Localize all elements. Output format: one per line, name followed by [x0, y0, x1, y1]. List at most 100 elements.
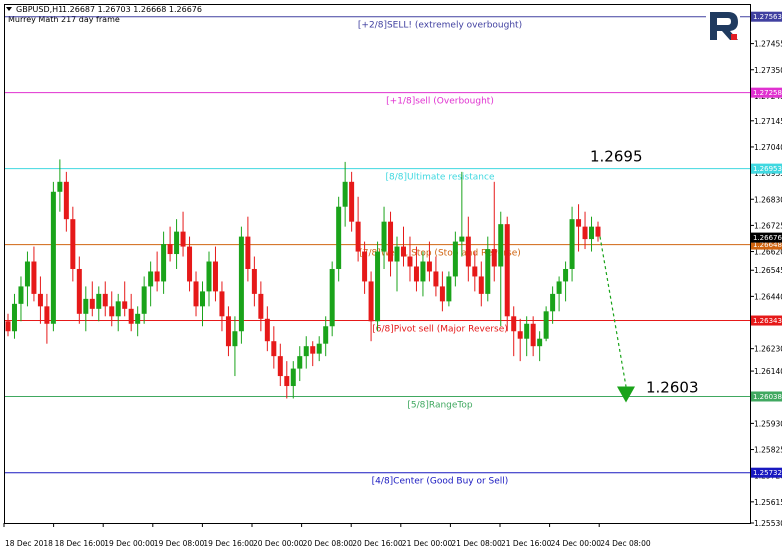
- candle-body: [11, 303, 17, 332]
- candle-body: [290, 368, 296, 387]
- y-tick-label: 1.25825: [754, 446, 782, 455]
- candle-body: [323, 326, 329, 344]
- candle-body: [303, 346, 309, 357]
- candle-body: [154, 271, 160, 282]
- y-tick-label: 1.26230: [754, 345, 782, 354]
- candle-body: [212, 261, 218, 292]
- candle-body: [109, 306, 115, 317]
- candle-body: [530, 323, 536, 347]
- y-tick-label: 1.27350: [754, 66, 782, 75]
- candle-body: [582, 226, 588, 240]
- candle-body: [511, 316, 517, 332]
- candle-body: [368, 281, 374, 322]
- candle-body: [238, 236, 244, 332]
- y-tick-label: 1.26830: [754, 195, 782, 204]
- candle-body: [122, 301, 128, 309]
- candle-body: [420, 261, 426, 282]
- candle-body: [63, 181, 69, 220]
- level-price-label: 1.26038: [753, 393, 782, 401]
- candle-body: [316, 343, 322, 354]
- candle-body: [563, 268, 569, 282]
- candle-body: [167, 244, 173, 255]
- candle-body: [355, 221, 361, 252]
- candle-body: [180, 231, 186, 247]
- price-chart[interactable]: GBPUSD,H1 1.26687 1.26703 1.26668 1.2667…: [0, 0, 782, 550]
- candle-body: [310, 346, 316, 354]
- level-label: [4/8]Center (Good Buy or Sell): [372, 477, 509, 487]
- candle-body: [381, 221, 387, 252]
- candle-body: [375, 251, 381, 322]
- current-price-label: 1.26676: [753, 234, 782, 242]
- candle-body: [148, 271, 154, 287]
- candle-body: [433, 271, 439, 287]
- candle-body: [446, 276, 452, 302]
- x-tick-label: 19 Dec 16:00: [203, 539, 254, 548]
- x-tick-label: 20 Dec 16:00: [352, 539, 403, 548]
- y-tick-label: 1.26725: [754, 221, 782, 230]
- candle-body: [394, 246, 400, 262]
- candle-body: [83, 298, 89, 314]
- candle-body: [297, 356, 303, 369]
- candle-body: [31, 261, 37, 294]
- x-tick-label: 24 Dec 08:00: [600, 539, 651, 548]
- candle-body: [504, 224, 510, 317]
- candle-body: [543, 311, 549, 339]
- candle-body: [537, 338, 543, 347]
- y-tick-label: 1.25615: [754, 498, 782, 507]
- candle-body: [44, 306, 50, 324]
- candle-body: [349, 181, 355, 222]
- candle-body: [225, 316, 231, 347]
- candle-body: [595, 226, 601, 237]
- candle-body: [193, 281, 199, 307]
- target-annotation-lower: 1.2603: [646, 378, 699, 396]
- price-labels: 1.275631.272581.269531.266481.263431.260…: [751, 11, 782, 478]
- candle-body: [277, 356, 283, 377]
- candle-body: [342, 181, 348, 207]
- y-tick-label: 1.26545: [754, 266, 782, 275]
- candle-body: [206, 261, 212, 292]
- candle-body: [200, 291, 206, 307]
- candle-body: [18, 286, 24, 304]
- candle-body: [115, 301, 121, 317]
- target-annotation-upper: 1.2695: [590, 147, 643, 165]
- candle-body: [174, 231, 180, 255]
- level-label: [6/8]Pivot sell (Major Reverse): [372, 325, 508, 335]
- y-tick-label: 1.26140: [754, 367, 782, 376]
- candle-body: [569, 219, 575, 269]
- candle-body: [485, 249, 491, 294]
- x-tick-label: 24 Dec 00:00: [551, 539, 602, 548]
- candle-body: [232, 331, 238, 347]
- y-tick-label: 1.25530: [754, 519, 782, 528]
- level-price-label: 1.25732: [753, 469, 782, 477]
- level-price-label: 1.26343: [753, 317, 782, 325]
- x-tick-label: 20 Dec 08:00: [303, 539, 354, 548]
- level-price-label: 1.27563: [753, 13, 782, 21]
- candle-body: [452, 241, 458, 277]
- candle-body: [187, 246, 193, 282]
- level-label: [+1/8]sell (Overbought): [386, 97, 494, 107]
- candle-body: [258, 293, 264, 319]
- candle-body: [50, 191, 56, 324]
- x-axis: 18 Dec 2018 18 Dec 16:00 19 Dec 00:00 19 De…: [3, 523, 651, 548]
- level-label: [8/8]Ultimate resistance: [386, 173, 495, 183]
- candle-body: [524, 323, 530, 339]
- candle-body: [271, 341, 277, 357]
- candle-body: [37, 293, 43, 307]
- chart-symbol: GBPUSD,H1: [16, 5, 63, 14]
- x-tick-label: 21 Dec 16:00: [501, 539, 552, 548]
- candle-body: [329, 268, 335, 327]
- candle-body: [76, 268, 82, 314]
- candle-body: [264, 318, 270, 342]
- x-tick-label: 21 Dec 00:00: [402, 539, 453, 548]
- candle-body: [576, 219, 582, 227]
- candle-body: [472, 266, 478, 277]
- x-tick-label: 18 Dec 2018: [5, 539, 53, 548]
- y-tick-label: 1.27455: [754, 40, 782, 49]
- candle-body: [5, 321, 11, 332]
- candle-body: [96, 293, 102, 309]
- candle-body: [491, 249, 497, 267]
- level-price-label: 1.26953: [753, 165, 782, 173]
- candle-body: [336, 206, 342, 269]
- candle-body: [400, 246, 406, 257]
- candle-body: [413, 266, 419, 282]
